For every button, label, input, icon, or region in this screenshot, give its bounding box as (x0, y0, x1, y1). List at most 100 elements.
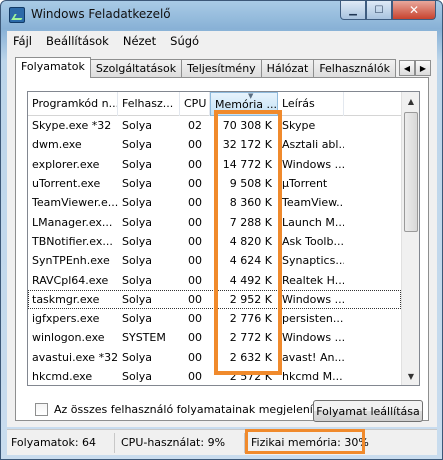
tab-scroll-left-button[interactable]: ◀ (399, 60, 415, 76)
column-header-image-name[interactable]: Programkód n... (28, 92, 118, 116)
cell-user: Solya (122, 119, 153, 133)
close-button[interactable]: ✕ (392, 1, 436, 20)
cell-memory: 7 288 K (229, 215, 272, 229)
cell-image-name: uTorrent.exe (32, 177, 101, 191)
table-row[interactable]: taskmgr.exe Solya 00 2 952 K Windows ... (28, 289, 401, 309)
scroll-up-button[interactable]: ▲ (403, 93, 419, 109)
show-all-users-row[interactable]: Az összes felhasználó folyamatainak megj… (35, 403, 336, 416)
client-area: Folyamatok Szolgáltatások Teljesítmény H… (7, 51, 437, 427)
table-row[interactable]: igfxpers.exe Solya 00 2 776 K persisten... (28, 309, 401, 328)
cell-user: Solya (122, 196, 153, 210)
cell-cpu: 00 (188, 215, 202, 229)
status-bar: Folyamatok: 64 CPU-használat: 9% Fizikai… (7, 429, 437, 455)
cell-cpu: 00 (188, 157, 202, 171)
cell-cpu: 00 (188, 196, 202, 210)
tab-processes[interactable]: Folyamatok (15, 57, 91, 78)
cell-description: Synaptics... (282, 254, 344, 268)
tab-networking[interactable]: Hálózat (260, 59, 315, 78)
cell-user: Solya (122, 215, 153, 229)
table-row[interactable]: uTorrent.exe Solya 00 9 508 K µTorrent (28, 174, 401, 193)
table-row[interactable]: TeamViewer.e... Solya 00 8 360 K TeamView... (28, 193, 401, 212)
cell-image-name: taskmgr.exe (32, 292, 100, 306)
tab-scroll-right-button[interactable]: ▶ (415, 60, 431, 76)
cell-memory: 4 492 K (229, 273, 272, 287)
cell-image-name: Skype.exe *32 (32, 119, 112, 133)
table-row[interactable]: winlogon.exe SYSTEM 00 2 772 K Windows ... (28, 328, 401, 347)
menu-options[interactable]: Beállítások (46, 34, 109, 48)
menu-bar: Fájl Beállítások Nézet Súgó (7, 31, 437, 51)
table-row[interactable]: dwm.exe Solya 00 32 172 K Asztali abl... (28, 135, 401, 154)
show-all-users-checkbox[interactable] (35, 403, 48, 416)
scroll-down-button[interactable]: ▼ (403, 368, 419, 384)
close-icon: ✕ (408, 3, 420, 17)
cell-description: avast! An... (282, 350, 344, 364)
maximize-icon: ☐ (374, 4, 384, 16)
table-row[interactable]: Skype.exe *32 Solya 02 70 308 K Skype (28, 116, 401, 135)
tab-strip: Folyamatok Szolgáltatások Teljesítmény H… (15, 57, 396, 78)
cell-image-name: igfxpers.exe (32, 312, 100, 326)
column-header-memory[interactable]: Memória ... (210, 92, 278, 116)
table-row[interactable]: TBNotifier.ex... Solya 00 4 820 K Ask Toolb.… (28, 232, 401, 251)
cell-user: Solya (122, 234, 153, 248)
cell-memory: 14 772 K (222, 157, 272, 171)
cell-cpu: 00 (188, 312, 202, 326)
cell-memory: 2 952 K (229, 292, 272, 306)
cell-cpu: 00 (188, 254, 202, 268)
cell-cpu: 00 (188, 273, 202, 287)
cell-cpu: 00 (188, 292, 202, 306)
task-manager-window: Windows Feladatkezelő ▁ ☐ ✕ Fájl Beállít… (0, 0, 443, 460)
cell-description: Windows ... (282, 292, 344, 306)
menu-help[interactable]: Súgó (170, 34, 199, 48)
cell-user: Solya (122, 312, 153, 326)
tab-performance[interactable]: Teljesítmény (181, 59, 262, 78)
cell-user: Solya (122, 254, 153, 268)
status-physical-memory: Fizikai memória: 30% (251, 435, 369, 449)
tab-users[interactable]: Felhasználók (313, 59, 396, 78)
column-header-description[interactable]: Leírás (278, 92, 344, 116)
menu-view[interactable]: Nézet (123, 34, 156, 48)
minimize-icon: ▁ (349, 4, 357, 16)
vertical-scrollbar[interactable]: ▲ ▼ (401, 92, 419, 385)
cell-memory: 32 172 K (222, 138, 272, 152)
cell-cpu: 02 (188, 119, 202, 133)
tab-services[interactable]: Szolgáltatások (89, 59, 183, 78)
sort-descending-icon: ▼ (248, 92, 254, 100)
cell-user: Solya (122, 370, 153, 383)
table-row[interactable]: RAVCpl64.exe Solya 00 4 492 K Realtek H... (28, 270, 401, 289)
scroll-thumb[interactable] (404, 112, 418, 232)
cell-image-name: SynTPEnh.exe (32, 254, 110, 268)
cell-user: Solya (122, 292, 153, 306)
arrow-right-icon: ▶ (419, 63, 427, 73)
cell-cpu: 00 (188, 370, 202, 383)
maximize-button[interactable]: ☐ (366, 1, 392, 20)
cell-image-name: TeamViewer.e... (32, 196, 118, 210)
title-bar[interactable]: Windows Feladatkezelő ▁ ☐ ✕ (1, 1, 442, 29)
processes-panel: Programkód n... Felhasz... CPU Memória .… (15, 77, 429, 422)
cell-cpu: 00 (188, 138, 202, 152)
status-cpu-usage: CPU-használat: 9% (115, 432, 245, 453)
table-row[interactable]: hkcmd.exe Solya 00 2 572 K hkcmd M... (28, 367, 401, 385)
column-header-cpu[interactable]: CPU (180, 92, 210, 116)
cell-cpu: 00 (188, 331, 202, 345)
table-row[interactable]: LManager.ex... Solya 00 7 288 K Launch M... (28, 212, 401, 231)
cell-memory: 2 632 K (229, 350, 272, 364)
cell-memory: 2 776 K (229, 312, 272, 326)
cell-cpu: 00 (188, 350, 202, 364)
arrow-left-icon: ◀ (403, 63, 411, 73)
table-row[interactable]: avastui.exe *32 Solya 00 2 632 K avast! An..… (28, 348, 401, 367)
window-title: Windows Feladatkezelő (31, 7, 171, 21)
table-row[interactable]: explorer.exe Solya 00 14 772 K Windows ... (28, 155, 401, 174)
cell-description: hkcmd M... (282, 370, 343, 383)
process-list[interactable]: Programkód n... Felhasz... CPU Memória .… (27, 91, 420, 386)
end-process-button[interactable]: Folyamat leállítása (313, 400, 423, 422)
cell-description: TeamView... (282, 196, 344, 210)
cell-image-name: avastui.exe *32 (32, 350, 118, 364)
cell-cpu: 00 (188, 234, 202, 248)
cell-description: Realtek H... (282, 273, 344, 287)
arrow-up-icon: ▲ (407, 96, 415, 106)
menu-file[interactable]: Fájl (13, 34, 32, 48)
column-header-user[interactable]: Felhasz... (118, 92, 180, 116)
cell-description: Ask Toolb... (282, 234, 344, 248)
minimize-button[interactable]: ▁ (340, 1, 366, 20)
table-row[interactable]: SynTPEnh.exe Solya 00 4 624 K Synaptics... (28, 251, 401, 270)
